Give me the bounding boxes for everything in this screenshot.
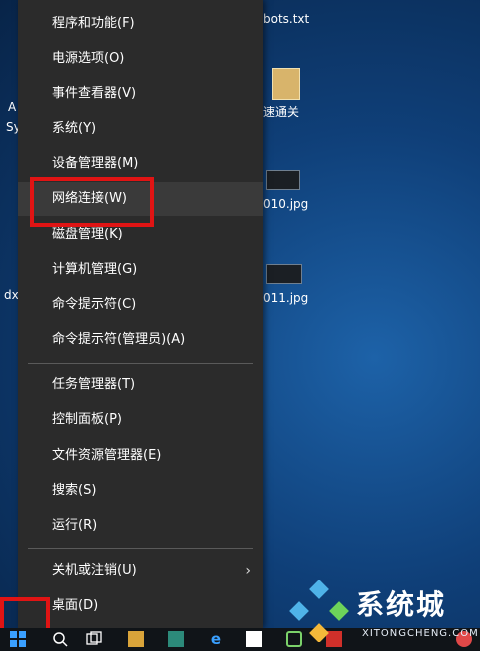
menu-item-power-options[interactable]: 电源选项(O) xyxy=(18,42,263,76)
highlight-box xyxy=(30,177,154,227)
desktop-label-partial: A xyxy=(8,100,17,114)
desktop-icon-label[interactable]: 011.jpg xyxy=(263,291,308,305)
desktop-icon-label[interactable]: 速通关 xyxy=(263,103,299,120)
menu-item-file-explorer[interactable]: 文件资源管理器(E) xyxy=(18,439,263,473)
menu-item-search[interactable]: 搜索(S) xyxy=(18,474,263,508)
edge-browser-icon[interactable]: e xyxy=(208,631,224,647)
menu-item-control-panel[interactable]: 控制面板(P) xyxy=(18,403,263,437)
image-thumbnail-icon[interactable] xyxy=(266,170,300,190)
menu-divider xyxy=(28,363,253,364)
app-icon[interactable] xyxy=(168,631,184,647)
desktop-icon-label[interactable]: bots.txt xyxy=(263,12,309,26)
menu-item-run[interactable]: 运行(R) xyxy=(18,509,263,543)
menu-item-programs-features[interactable]: 程序和功能(F) xyxy=(18,7,263,41)
menu-item-label: 关机或注销(U) xyxy=(52,563,137,578)
desktop-label-partial: dx xyxy=(4,288,19,302)
menu-item-command-prompt-admin[interactable]: 命令提示符(管理员)(A) xyxy=(18,323,263,357)
menu-item-event-viewer[interactable]: 事件查看器(V) xyxy=(18,77,263,111)
winx-context-menu: 程序和功能(F) 电源选项(O) 事件查看器(V) 系统(Y) 设备管理器(M)… xyxy=(18,0,263,628)
watermark-text: 系统城 xyxy=(356,588,447,621)
chevron-right-icon: › xyxy=(245,563,251,579)
menu-item-desktop[interactable]: 桌面(D) xyxy=(18,589,263,623)
menu-item-computer-management[interactable]: 计算机管理(G) xyxy=(18,253,263,287)
menu-item-shutdown-signout[interactable]: 关机或注销(U) › xyxy=(18,554,263,588)
search-icon[interactable] xyxy=(52,631,68,647)
image-thumbnail-icon[interactable] xyxy=(266,264,302,284)
menu-item-task-manager[interactable]: 任务管理器(T) xyxy=(18,368,263,402)
menu-divider xyxy=(28,548,253,549)
watermark-url: XITONGCHENG.COM xyxy=(362,628,479,639)
menu-item-command-prompt[interactable]: 命令提示符(C) xyxy=(18,288,263,322)
menu-item-system[interactable]: 系统(Y) xyxy=(18,112,263,146)
task-view-icon[interactable] xyxy=(86,631,102,647)
folder-icon[interactable] xyxy=(272,68,300,100)
windows-start-icon[interactable] xyxy=(10,631,26,647)
app-icon[interactable] xyxy=(128,631,144,647)
desktop-icon-label[interactable]: 010.jpg xyxy=(263,197,308,211)
watermark-logo-icon xyxy=(289,580,349,642)
app-icon[interactable] xyxy=(246,631,262,647)
menu-item-device-manager[interactable]: 设备管理器(M) xyxy=(18,147,263,181)
